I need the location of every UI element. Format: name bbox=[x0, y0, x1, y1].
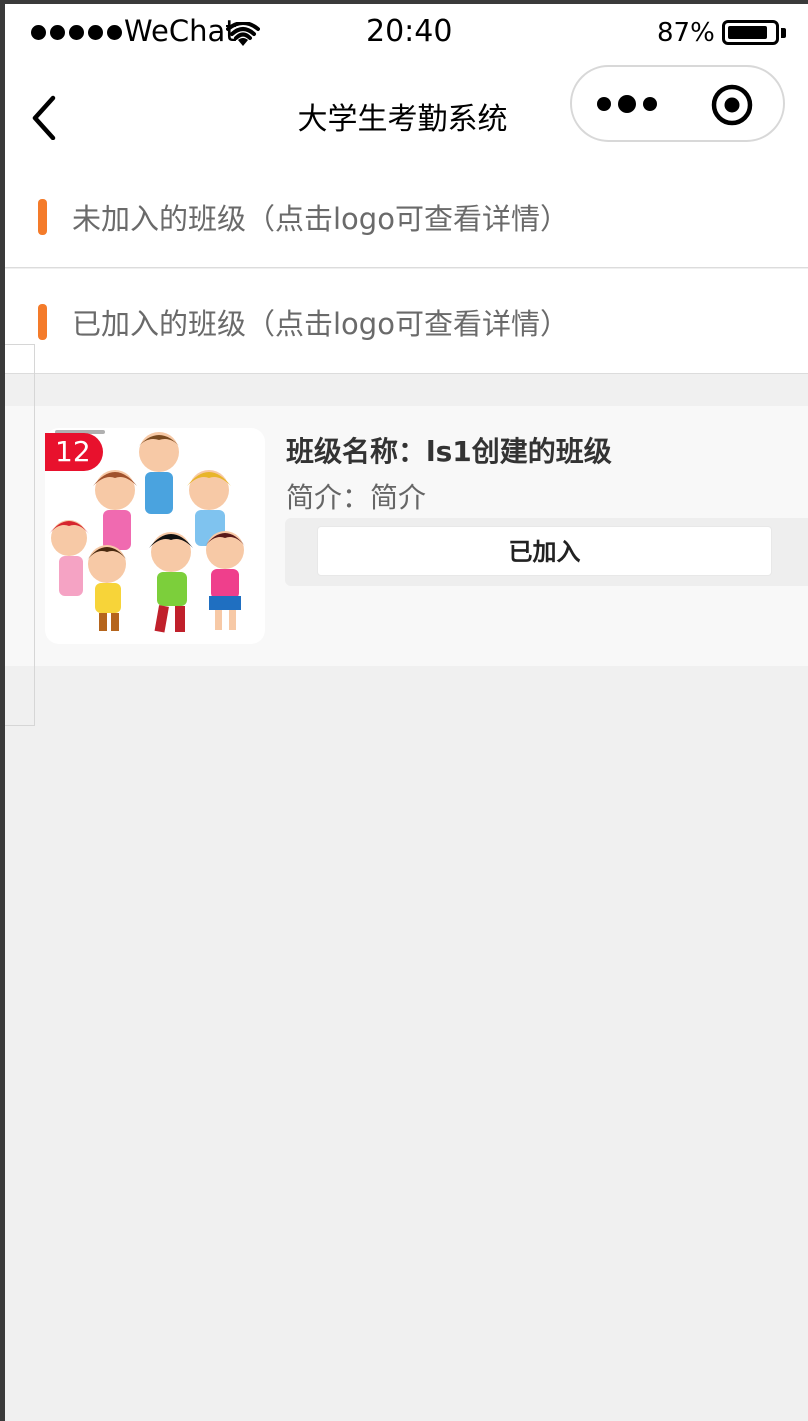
section-label: 已加入的班级（点击logo可查看详情） bbox=[72, 307, 569, 341]
class-name: 班级名称：ls1创建的班级 bbox=[286, 435, 612, 468]
signal-dots-icon bbox=[31, 25, 122, 40]
phone-screen: WeChat 20:40 87% 大学生考勤系统 未加入的班级（点击logo可查… bbox=[5, 4, 808, 1421]
status-time: 20:40 bbox=[366, 14, 453, 49]
section-accent-bar bbox=[38, 304, 47, 340]
button-container: 已加入 bbox=[285, 518, 808, 586]
battery-percent: 87% bbox=[657, 18, 715, 48]
target-close-icon[interactable] bbox=[710, 83, 754, 127]
class-intro: 简介：简介 bbox=[286, 481, 427, 514]
section-joined: 已加入的班级（点击logo可查看详情） bbox=[5, 269, 808, 374]
joined-button[interactable]: 已加入 bbox=[317, 526, 772, 576]
battery-tip bbox=[781, 28, 786, 38]
carrier-name: WeChat bbox=[124, 14, 237, 48]
section-accent-bar bbox=[38, 199, 47, 235]
member-count-badge: 12 bbox=[45, 433, 103, 471]
wifi-icon bbox=[226, 22, 260, 46]
side-divider bbox=[5, 344, 35, 726]
nav-bar: 大学生考勤系统 bbox=[5, 62, 808, 164]
more-dots-icon[interactable] bbox=[594, 89, 664, 119]
battery-fill bbox=[728, 26, 768, 39]
class-card: 12 班级名称：ls1创建的班级 简介：简介 已加入 bbox=[5, 406, 808, 666]
mini-program-capsule bbox=[570, 65, 785, 142]
section-not-joined: 未加入的班级（点击logo可查看详情） bbox=[5, 164, 808, 268]
section-label: 未加入的班级（点击logo可查看详情） bbox=[72, 202, 569, 236]
battery-icon bbox=[722, 20, 779, 45]
status-bar: WeChat 20:40 87% bbox=[5, 4, 808, 62]
